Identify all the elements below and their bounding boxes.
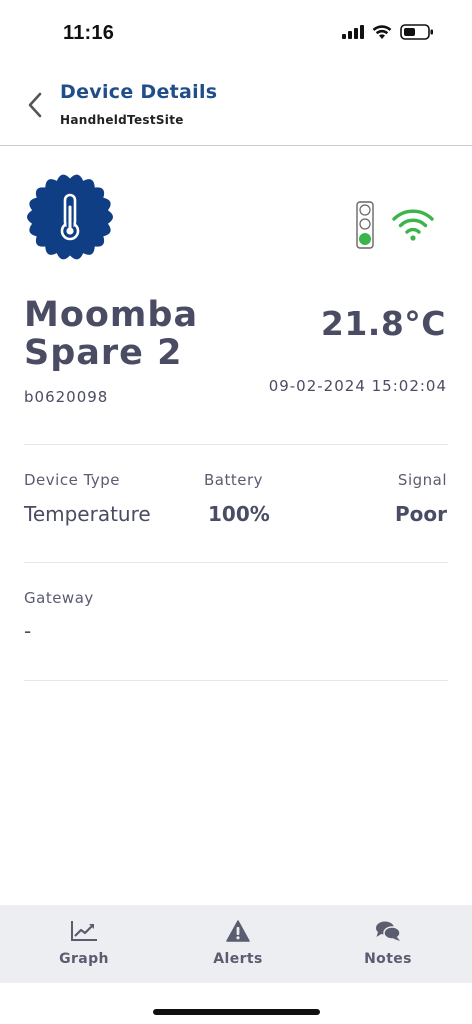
device-id: b0620098	[24, 388, 109, 406]
tab-graph[interactable]: Graph	[24, 905, 144, 983]
home-indicator	[153, 1009, 320, 1015]
signal-label: Signal	[397, 471, 447, 489]
back-button[interactable]	[22, 90, 52, 120]
signal-value: Poor	[394, 502, 447, 526]
header-divider	[0, 145, 472, 146]
tab-graph-label: Graph	[59, 951, 109, 967]
status-time: 11:16	[63, 22, 115, 44]
connection-status	[391, 209, 435, 245]
thermometer-icon	[27, 174, 113, 260]
notes-icon	[376, 921, 401, 941]
status-light	[356, 201, 374, 253]
wifi-status-icon	[372, 24, 392, 39]
wifi-icon	[392, 209, 434, 241]
page-title: Device Details	[60, 81, 218, 103]
status-icons	[342, 24, 434, 40]
temperature-reading: 21.8°C	[320, 304, 446, 343]
section-divider	[24, 562, 448, 563]
chevron-left-icon	[28, 92, 42, 118]
tab-alerts[interactable]: Alerts	[178, 905, 298, 983]
battery-value: 100%	[208, 502, 270, 526]
reading-timestamp: 09-02-2024 15:02:04	[268, 377, 447, 395]
bottom-tab-bar: Graph Alerts Notes	[0, 905, 472, 983]
gateway-value: -	[24, 619, 32, 643]
device-type-label: Device Type	[24, 471, 121, 489]
device-name: Moomba Spare 2	[24, 295, 199, 373]
site-name: HandheldTestSite	[60, 113, 184, 127]
tab-notes[interactable]: Notes	[328, 905, 448, 983]
alert-icon	[226, 920, 250, 942]
device-type-badge	[26, 173, 114, 261]
device-type-value: Temperature	[24, 502, 151, 526]
battery-label: Battery	[204, 471, 264, 489]
tab-notes-label: Notes	[364, 951, 412, 967]
section-divider	[24, 444, 448, 445]
battery-status-icon	[400, 24, 433, 40]
tab-alerts-label: Alerts	[213, 951, 263, 967]
cellular-signal-icon	[342, 25, 364, 39]
gateway-label: Gateway	[24, 589, 94, 607]
graph-icon	[71, 921, 97, 941]
section-divider	[24, 680, 448, 681]
traffic-light-icon	[356, 201, 374, 249]
